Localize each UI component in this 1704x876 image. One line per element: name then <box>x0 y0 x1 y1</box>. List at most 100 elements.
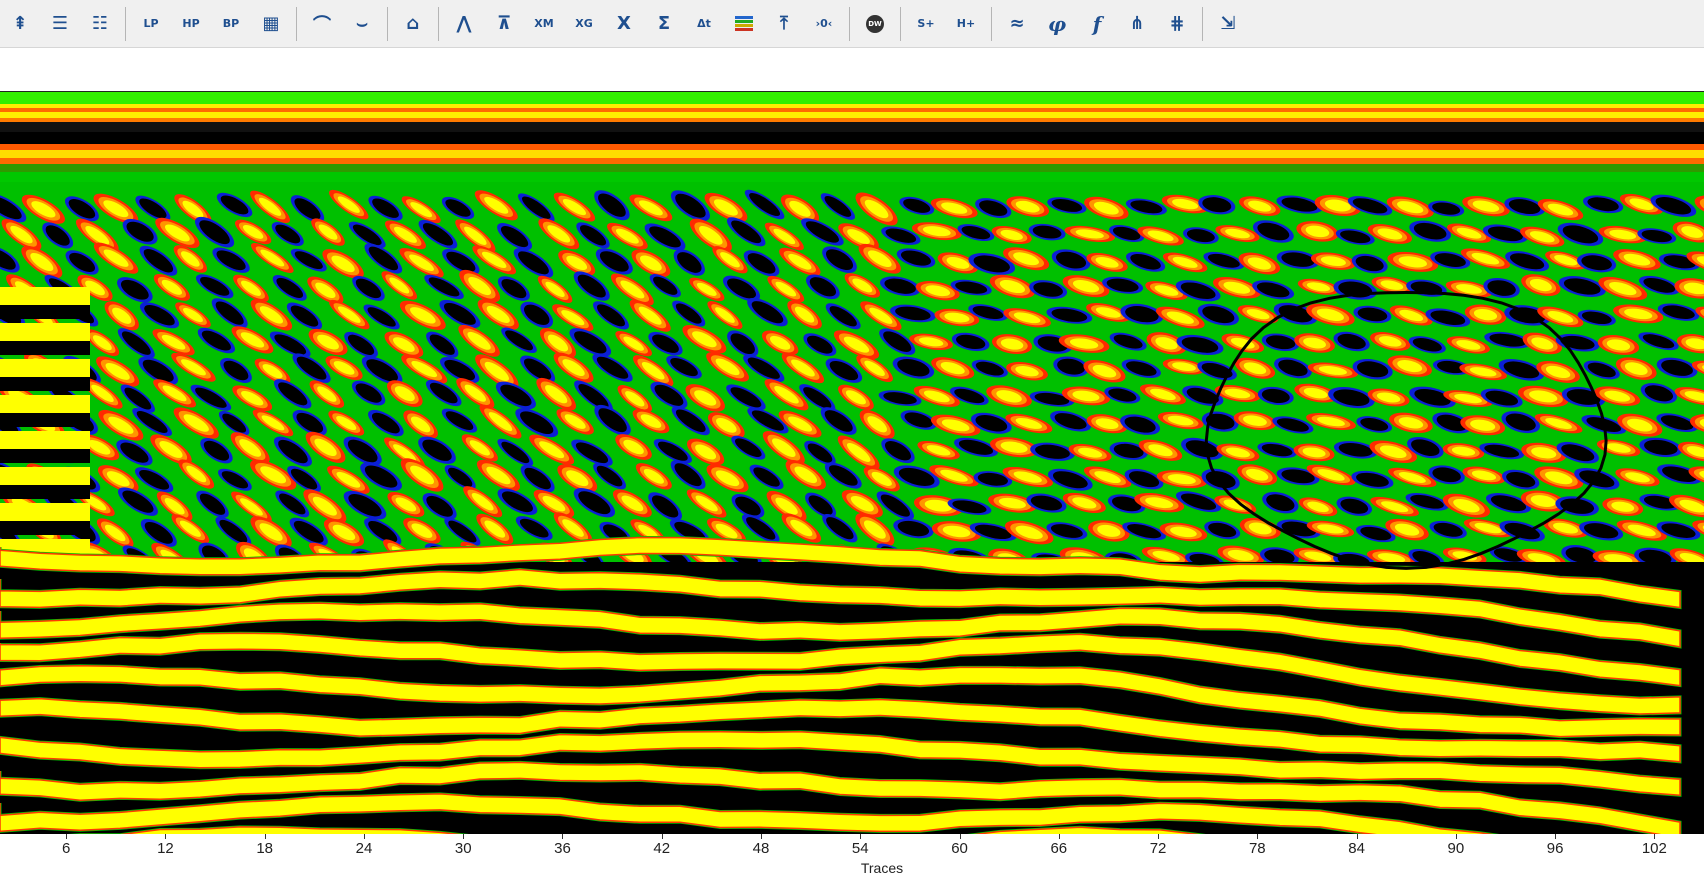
x-tick-label: 30 <box>455 840 472 857</box>
left-edge-reflector <box>0 485 90 499</box>
waveform-a-button[interactable]: ⋔ <box>1119 6 1155 42</box>
h-plus-icon: H+ <box>957 17 975 30</box>
x-tick-mark <box>1555 834 1556 839</box>
x-tick-label: 102 <box>1642 840 1667 857</box>
toolbar: ⇞ ☰ ☷ LP HP BP ▦ ⌒ ⌣ ⌂ ⋀ ⊼ XM XG X Σ Δt ⤒ ›0‹ DW S+ H+ ≈ φ f ⋔ ⋕ ⇲ <box>0 0 1704 48</box>
toolbar-separator <box>1202 7 1203 41</box>
waveform-a-icon: ⋔ <box>1129 13 1144 34</box>
x-tick-mark <box>165 834 166 839</box>
gain-curve-button[interactable]: ≈ <box>999 6 1035 42</box>
highpass-filter-icon: HP <box>182 17 199 30</box>
export-button[interactable]: ⇲ <box>1210 6 1246 42</box>
left-edge-reflector <box>0 359 90 377</box>
x-gps-button[interactable]: X <box>606 6 642 42</box>
function-icon: f <box>1093 12 1102 36</box>
x-m-icon: XM <box>534 17 553 30</box>
radargram-view[interactable] <box>0 91 1704 834</box>
filter-dots-icon: ☷ <box>92 13 108 34</box>
export-icon: ⇲ <box>1220 13 1235 34</box>
dewow-icon: DW <box>866 15 884 33</box>
info-strip <box>0 48 1704 91</box>
left-edge-reflector <box>0 449 90 463</box>
x-g-button[interactable]: XG <box>566 6 602 42</box>
grid-button[interactable]: ▦ <box>253 6 289 42</box>
lowpass-filter-button[interactable]: LP <box>133 6 169 42</box>
filter-top-button[interactable]: ⇞ <box>2 6 38 42</box>
wave-trough-icon: ⌣ <box>356 13 368 34</box>
sum-button[interactable]: Σ <box>646 6 682 42</box>
x-tick-label: 48 <box>753 840 770 857</box>
direct-wave-band <box>0 164 1704 172</box>
x-m-button[interactable]: XM <box>526 6 562 42</box>
direct-wave-band <box>0 112 1704 118</box>
direct-wave-band <box>0 144 1704 150</box>
x-tick-mark <box>662 834 663 839</box>
x-tick-mark <box>761 834 762 839</box>
x-gps-icon: X <box>617 13 631 34</box>
x-tick-label: 12 <box>157 840 174 857</box>
x-tick-mark <box>66 834 67 839</box>
x-tick-mark <box>860 834 861 839</box>
x-tick-label: 78 <box>1249 840 1266 857</box>
zero-offset-button[interactable]: ›0‹ <box>806 6 842 42</box>
x-tick-mark <box>1158 834 1159 839</box>
x-g-icon: XG <box>575 17 593 30</box>
arrow-up-line-button[interactable]: ⤒ <box>766 6 802 42</box>
toolbar-separator <box>900 7 901 41</box>
x-tick-label: 6 <box>62 840 70 857</box>
direct-wave-band <box>0 150 1704 158</box>
x-axis: 6121824303642485460667278849096102 Trace… <box>0 834 1704 870</box>
sum-icon: Σ <box>658 13 670 34</box>
filter-lines-icon: ☰ <box>52 13 68 34</box>
hyperbola-button[interactable]: ⊼ <box>486 6 522 42</box>
left-edge-reflector <box>0 467 90 485</box>
direct-wave-band <box>0 122 1704 132</box>
radargram-canvas[interactable] <box>0 92 1704 834</box>
filter-dots-button[interactable]: ☷ <box>82 6 118 42</box>
x-tick-label: 96 <box>1547 840 1564 857</box>
lowpass-filter-icon: LP <box>143 17 158 30</box>
color-bars-icon <box>735 16 753 32</box>
x-tick-label: 42 <box>653 840 670 857</box>
s-plus-button[interactable]: S+ <box>908 6 944 42</box>
house-button[interactable]: ⌂ <box>395 6 431 42</box>
arrow-up-line-icon: ⤒ <box>780 13 788 34</box>
phi-button[interactable]: φ <box>1039 6 1075 42</box>
migration-button[interactable]: ⋀ <box>446 6 482 42</box>
x-tick-label: 90 <box>1448 840 1465 857</box>
function-button[interactable]: f <box>1079 6 1115 42</box>
toolbar-separator <box>849 7 850 41</box>
migration-icon: ⋀ <box>456 13 471 34</box>
x-tick-mark <box>1257 834 1258 839</box>
direct-wave-band <box>0 108 1704 112</box>
left-edge-reflector <box>0 395 90 413</box>
direct-wave-band <box>0 132 1704 144</box>
left-edge-reflector <box>0 413 90 427</box>
x-tick-label: 18 <box>256 840 273 857</box>
left-edge-reflector <box>0 287 90 305</box>
waveform-b-button[interactable]: ⋕ <box>1159 6 1195 42</box>
x-tick-mark <box>1059 834 1060 839</box>
x-tick-label: 84 <box>1348 840 1365 857</box>
delta-t-icon: Δt <box>697 17 711 30</box>
x-tick-label: 24 <box>356 840 373 857</box>
left-edge-reflector <box>0 503 90 521</box>
left-edge-reflector <box>0 305 90 319</box>
wave-crest-button[interactable]: ⌒ <box>304 6 340 42</box>
x-tick-mark <box>960 834 961 839</box>
wave-trough-button[interactable]: ⌣ <box>344 6 380 42</box>
bandpass-filter-button[interactable]: BP <box>213 6 249 42</box>
color-bars-button[interactable] <box>726 6 762 42</box>
h-plus-button[interactable]: H+ <box>948 6 984 42</box>
house-icon: ⌂ <box>407 13 420 34</box>
filter-lines-button[interactable]: ☰ <box>42 6 78 42</box>
phi-icon: φ <box>1048 12 1066 36</box>
delta-t-button[interactable]: Δt <box>686 6 722 42</box>
x-tick-mark <box>1357 834 1358 839</box>
highpass-filter-button[interactable]: HP <box>173 6 209 42</box>
toolbar-separator <box>387 7 388 41</box>
bandpass-filter-icon: BP <box>223 17 239 30</box>
x-tick-mark <box>1456 834 1457 839</box>
grid-icon: ▦ <box>262 13 279 34</box>
dewow-button[interactable]: DW <box>857 6 893 42</box>
